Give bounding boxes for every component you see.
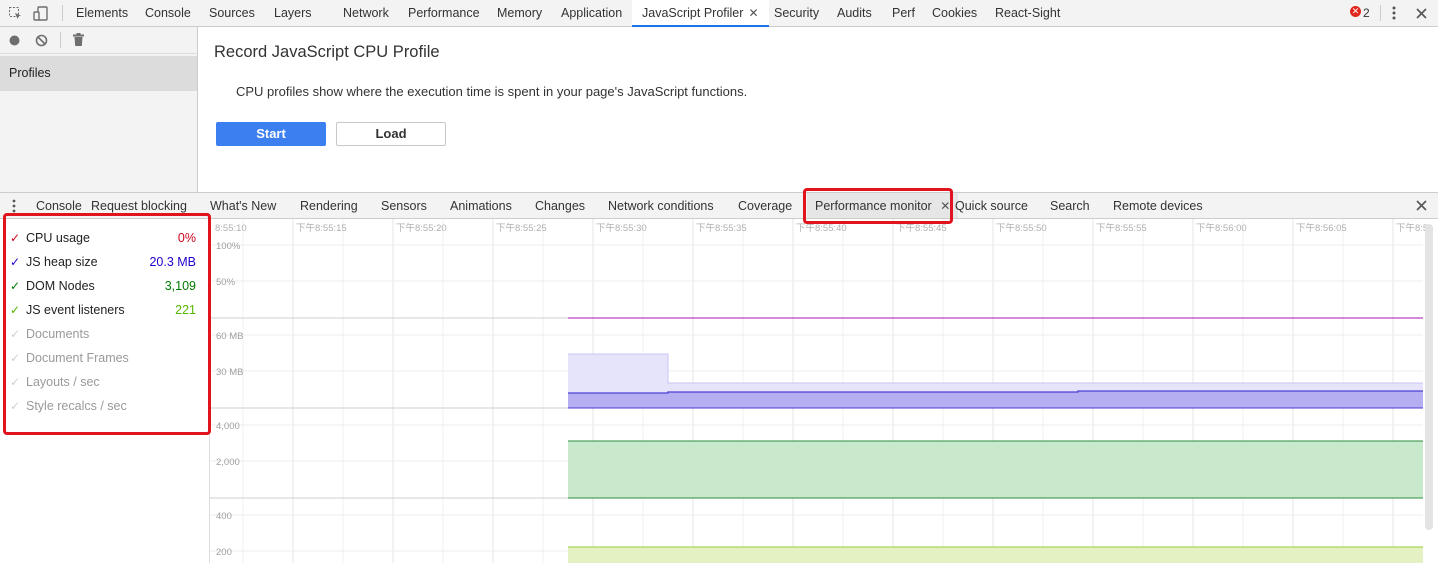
record-icon[interactable] [8, 34, 21, 50]
tab-perf[interactable]: Perf [892, 0, 915, 26]
close-tab-icon[interactable]: ✕ [748, 6, 758, 20]
performance-chart: 8:55:10 下午8:55:15 下午8:55:20 下午8:55:25 下午8:55… [209, 219, 1438, 563]
tab-security[interactable]: Security [774, 0, 819, 26]
page-title: Record JavaScript CPU Profile [214, 43, 440, 61]
load-button[interactable]: Load [336, 122, 446, 146]
y-tick-label: 100% [216, 241, 241, 252]
error-icon[interactable]: ✕ [1350, 6, 1361, 17]
tab-memory[interactable]: Memory [497, 0, 542, 26]
y-tick-label: 30 MB [216, 367, 243, 378]
time-tick-label: 下午8:56:00 [1196, 222, 1247, 234]
trash-icon[interactable] [73, 33, 84, 49]
tab-elements[interactable]: Elements [76, 0, 128, 26]
y-tick-label: 400 [216, 511, 232, 522]
y-tick-label: 2,000 [216, 457, 240, 468]
time-tick-label: 下午8:55:15 [296, 222, 347, 234]
toolbar-divider [1380, 5, 1381, 21]
highlight-metrics-list [3, 213, 211, 435]
js-heap-used-area [568, 391, 1423, 408]
drawer-tab-whats-new[interactable]: What's New [210, 193, 276, 218]
drawer-tab-search[interactable]: Search [1050, 193, 1090, 218]
drawer-toolbar: Console Request blocking What's New Rend… [0, 192, 1438, 219]
time-tick-label: 下午8:55:50 [996, 222, 1047, 234]
tab-layers[interactable]: Layers [274, 0, 312, 26]
time-tick-label: 下午8:55:35 [696, 222, 747, 234]
tab-application[interactable]: Application [561, 0, 622, 26]
drawer-tab-sensors[interactable]: Sensors [381, 193, 427, 218]
drawer-tab-changes[interactable]: Changes [535, 193, 585, 218]
toolbar-divider [60, 32, 61, 48]
tab-react-sight[interactable]: React-Sight [995, 0, 1060, 26]
tab-javascript-profiler[interactable]: JavaScript Profiler ✕ [632, 0, 769, 27]
tab-cookies[interactable]: Cookies [932, 0, 977, 26]
tab-network[interactable]: Network [343, 0, 389, 26]
drawer-tab-animations[interactable]: Animations [450, 193, 512, 218]
device-toggle-icon[interactable] [31, 0, 49, 26]
time-tick-label: 下午8:56:05 [1296, 222, 1347, 234]
time-tick-label: 8:55:10 [215, 223, 247, 234]
more-vert-icon[interactable] [1387, 0, 1401, 26]
drawer-tab-network-conditions[interactable]: Network conditions [608, 193, 714, 218]
tab-performance[interactable]: Performance [408, 0, 480, 26]
profiler-toolbar [0, 27, 198, 54]
y-tick-label: 60 MB [216, 331, 243, 342]
clear-icon[interactable] [35, 34, 48, 50]
inspect-icon[interactable] [6, 0, 24, 26]
y-tick-label: 4,000 [216, 421, 240, 432]
close-icon[interactable] [1414, 0, 1428, 26]
sidebar-item-profiles[interactable]: Profiles [0, 56, 197, 91]
y-tick-label: 200 [216, 547, 232, 558]
time-tick-label: 下午8:5 [1396, 222, 1428, 234]
highlight-performance-monitor-tab [803, 188, 953, 224]
drawer-tab-rendering[interactable]: Rendering [300, 193, 358, 218]
tab-javascript-profiler-label: JavaScript Profiler [642, 6, 744, 20]
performance-chart-svg: 8:55:10 下午8:55:15 下午8:55:20 下午8:55:25 下午8:55… [210, 219, 1428, 563]
tab-audits[interactable]: Audits [837, 0, 872, 26]
main-toolbar: Elements Console Sources Layers Network … [0, 0, 1438, 27]
js-heap-total-line [568, 353, 1423, 384]
drawer-tab-quick-source[interactable]: Quick source [955, 193, 1028, 218]
toolbar-divider [62, 5, 63, 21]
time-tick-label: 下午8:55:25 [496, 222, 547, 234]
tab-sources[interactable]: Sources [209, 0, 255, 26]
time-tick-label: 下午8:55:20 [396, 222, 447, 234]
profile-description: CPU profiles show where the execution ti… [236, 84, 748, 99]
start-button[interactable]: Start [216, 122, 326, 146]
event-listeners-area [568, 547, 1423, 563]
tab-console[interactable]: Console [145, 0, 191, 26]
drawer-tab-remote-devices[interactable]: Remote devices [1113, 193, 1203, 218]
time-tick-label: 下午8:55:30 [596, 222, 647, 234]
drawer-tab-coverage[interactable]: Coverage [738, 193, 792, 218]
close-drawer-icon[interactable] [1416, 200, 1427, 214]
time-tick-label: 下午8:55:55 [1096, 222, 1147, 234]
profiles-sidebar: Profiles [0, 54, 198, 192]
dom-nodes-area [568, 441, 1423, 498]
y-tick-label: 50% [216, 277, 236, 288]
error-count[interactable]: 2 [1363, 0, 1370, 26]
chart-scrollbar[interactable] [1425, 224, 1433, 530]
profiler-launcher: Record JavaScript CPU Profile CPU profil… [198, 27, 1438, 192]
